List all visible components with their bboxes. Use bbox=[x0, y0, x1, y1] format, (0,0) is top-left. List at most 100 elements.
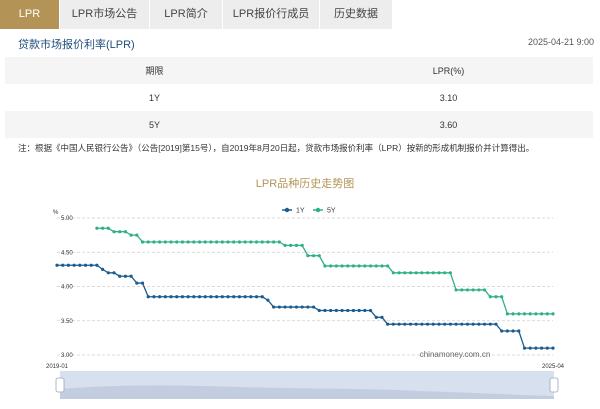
data-point[interactable] bbox=[101, 226, 105, 230]
data-point[interactable] bbox=[386, 264, 390, 268]
data-point[interactable] bbox=[169, 295, 173, 299]
data-point[interactable] bbox=[243, 295, 247, 299]
data-point[interactable] bbox=[505, 312, 509, 316]
data-point[interactable] bbox=[169, 240, 173, 244]
data-point[interactable] bbox=[175, 295, 179, 299]
data-point[interactable] bbox=[294, 243, 299, 247]
data-point[interactable] bbox=[186, 240, 190, 244]
data-point[interactable] bbox=[220, 240, 224, 244]
data-point[interactable] bbox=[551, 346, 555, 350]
data-point[interactable] bbox=[477, 288, 481, 292]
data-point[interactable] bbox=[78, 263, 82, 267]
data-point[interactable] bbox=[340, 308, 344, 313]
data-point[interactable] bbox=[386, 322, 390, 326]
data-point[interactable] bbox=[397, 271, 401, 275]
data-point[interactable] bbox=[482, 288, 487, 292]
data-point[interactable] bbox=[528, 346, 532, 350]
data-point[interactable] bbox=[226, 240, 230, 244]
range-slider-left-handle[interactable] bbox=[55, 377, 65, 393]
data-point[interactable] bbox=[106, 226, 110, 230]
data-point[interactable] bbox=[431, 271, 435, 275]
range-slider[interactable] bbox=[55, 371, 559, 399]
data-point[interactable] bbox=[277, 305, 281, 309]
data-point[interactable] bbox=[391, 322, 395, 326]
data-point[interactable] bbox=[477, 322, 481, 326]
data-point[interactable] bbox=[277, 240, 281, 244]
data-point[interactable] bbox=[203, 240, 207, 244]
data-point[interactable] bbox=[454, 322, 458, 326]
data-point[interactable] bbox=[226, 295, 230, 299]
data-point[interactable] bbox=[215, 295, 219, 299]
data-point[interactable] bbox=[380, 264, 384, 268]
data-point[interactable] bbox=[192, 240, 196, 244]
data-point[interactable] bbox=[517, 329, 521, 333]
data-point[interactable] bbox=[283, 243, 287, 247]
data-point[interactable] bbox=[249, 240, 253, 244]
data-point[interactable] bbox=[414, 271, 418, 275]
data-point[interactable] bbox=[89, 263, 93, 267]
data-point[interactable] bbox=[112, 230, 116, 234]
data-point[interactable] bbox=[425, 271, 430, 275]
data-point[interactable] bbox=[414, 322, 418, 326]
data-point[interactable] bbox=[158, 240, 162, 244]
data-point[interactable] bbox=[203, 295, 207, 299]
data-point[interactable] bbox=[357, 264, 361, 268]
data-point[interactable] bbox=[420, 322, 424, 326]
data-point[interactable] bbox=[209, 295, 213, 299]
data-point[interactable] bbox=[323, 264, 327, 268]
data-point[interactable] bbox=[346, 308, 350, 313]
data-point[interactable] bbox=[374, 315, 378, 319]
data-point[interactable] bbox=[306, 305, 310, 309]
data-point[interactable] bbox=[397, 322, 401, 326]
data-point[interactable] bbox=[55, 263, 59, 267]
data-point[interactable] bbox=[380, 315, 384, 319]
data-point[interactable] bbox=[363, 308, 367, 313]
data-point[interactable] bbox=[123, 230, 128, 234]
data-point[interactable] bbox=[437, 271, 441, 275]
data-point[interactable] bbox=[528, 312, 532, 316]
data-point[interactable] bbox=[374, 264, 378, 268]
data-point[interactable] bbox=[431, 322, 435, 326]
tab-lpr[interactable]: LPR bbox=[0, 0, 59, 29]
data-point[interactable] bbox=[135, 233, 139, 237]
data-point[interactable] bbox=[266, 298, 270, 302]
data-point[interactable] bbox=[266, 240, 270, 244]
data-point[interactable] bbox=[517, 312, 521, 316]
data-point[interactable] bbox=[368, 308, 373, 313]
data-point[interactable] bbox=[311, 305, 316, 309]
data-point[interactable] bbox=[163, 295, 167, 299]
data-point[interactable] bbox=[215, 240, 219, 244]
data-point[interactable] bbox=[112, 271, 116, 275]
data-point[interactable] bbox=[220, 295, 224, 299]
data-point[interactable] bbox=[351, 264, 356, 268]
data-point[interactable] bbox=[232, 295, 236, 299]
data-point[interactable] bbox=[95, 263, 99, 267]
data-point[interactable] bbox=[540, 312, 544, 316]
data-point[interactable] bbox=[346, 264, 350, 268]
data-point[interactable] bbox=[454, 288, 458, 292]
range-slider-right-handle[interactable] bbox=[549, 377, 559, 393]
data-point[interactable] bbox=[175, 240, 179, 244]
data-point[interactable] bbox=[101, 267, 105, 271]
data-point[interactable] bbox=[408, 322, 413, 326]
data-point[interactable] bbox=[152, 240, 156, 244]
data-point[interactable] bbox=[494, 322, 498, 326]
data-point[interactable] bbox=[460, 322, 464, 326]
data-point[interactable] bbox=[158, 295, 162, 299]
data-point[interactable] bbox=[243, 240, 247, 244]
data-point[interactable] bbox=[351, 308, 356, 313]
data-point[interactable] bbox=[300, 305, 304, 309]
data-point[interactable] bbox=[500, 295, 504, 299]
data-point[interactable] bbox=[146, 240, 150, 244]
data-point[interactable] bbox=[289, 243, 293, 247]
data-point[interactable] bbox=[306, 254, 310, 258]
legend-label-5y[interactable]: 5Y bbox=[327, 208, 336, 215]
data-point[interactable] bbox=[329, 264, 333, 268]
data-point[interactable] bbox=[425, 322, 430, 326]
data-point[interactable] bbox=[129, 233, 133, 237]
data-point[interactable] bbox=[260, 240, 264, 244]
data-point[interactable] bbox=[237, 295, 242, 299]
data-point[interactable] bbox=[522, 346, 527, 350]
data-point[interactable] bbox=[72, 263, 76, 267]
data-point[interactable] bbox=[180, 295, 185, 299]
